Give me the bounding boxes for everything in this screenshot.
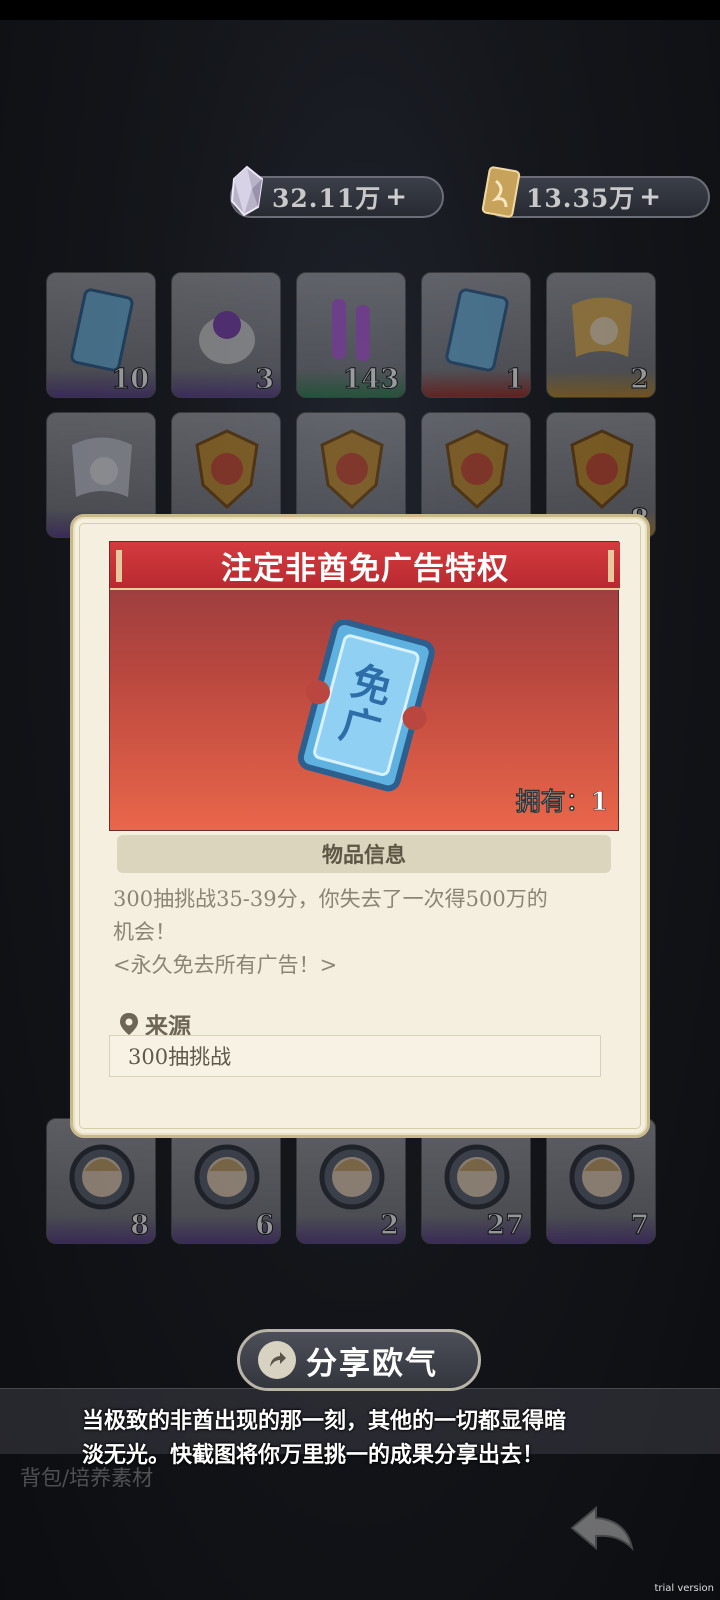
character-portrait-icon <box>444 1144 510 1210</box>
item-info-header: 物品信息 <box>117 835 611 873</box>
character-portrait-icon <box>319 1144 385 1210</box>
character-portrait-icon <box>194 1144 260 1210</box>
cracked-egg-orb-icon <box>199 311 255 364</box>
item-count: 8 <box>130 1210 150 1242</box>
share-caption: 当极致的非酋出现的那一刻，其他的一切都显得暗 淡无光。快截图将你万里挑一的成果分… <box>82 1404 642 1472</box>
back-arrow-icon[interactable] <box>566 1500 638 1556</box>
inventory-slot[interactable]: 143 <box>296 272 406 398</box>
item-title: 注定非酋免广告特权 <box>110 542 620 590</box>
add-diamond-button[interactable]: + <box>385 182 407 212</box>
item-count: 2 <box>380 1210 400 1242</box>
item-banner: 注定非酋免广告特权 免 广 拥有：1 <box>109 541 620 831</box>
character-portrait-icon <box>569 1144 635 1210</box>
item-detail-modal: 注定非酋免广告特权 免 广 拥有：1 物品信息 300抽挑战35-39分，你失去… <box>70 514 650 1138</box>
item-count: 2 <box>630 364 650 396</box>
ad-free-ticket-small-icon <box>70 288 134 372</box>
location-pin-icon <box>120 1013 138 1035</box>
shield-badge-icon <box>195 429 259 510</box>
golden-scroll-icon <box>572 297 632 357</box>
status-bar <box>0 0 720 20</box>
ad-free-ticket-icon <box>445 288 509 372</box>
item-count: 27 <box>486 1210 525 1242</box>
description-line: 300抽挑战35-39分，你失去了一次得500万的 <box>113 887 548 911</box>
shield-badge-icon <box>570 429 634 510</box>
item-description: 300抽挑战35-39分，你失去了一次得500万的 机会！ <永久免去所有广告！… <box>113 883 613 982</box>
item-count: 6 <box>255 1210 275 1242</box>
inventory-slot[interactable]: 3 <box>171 272 281 398</box>
diamond-currency[interactable]: 32.11万 + <box>230 165 444 218</box>
item-count: 7 <box>630 1210 650 1242</box>
item-count: 1 <box>505 364 525 396</box>
inventory-slot[interactable]: 10 <box>46 272 156 398</box>
trial-watermark: trial version <box>654 1583 714 1594</box>
description-line: <永久免去所有广告！> <box>113 953 338 977</box>
inventory-slot[interactable]: 1 <box>421 272 531 398</box>
potion-vials-icon <box>332 299 370 361</box>
inventory-slot[interactable]: 2 <box>546 272 656 398</box>
share-button[interactable]: 分享欧气 <box>237 1329 481 1391</box>
shield-badge-icon <box>320 429 384 510</box>
item-count: 3 <box>255 364 275 396</box>
character-portrait-icon <box>69 1144 135 1210</box>
silver-scroll-icon <box>72 437 132 497</box>
ticket-amount: 13.35万 <box>526 184 636 213</box>
share-caption-line: 当极致的非酋出现的那一刻，其他的一切都显得暗 <box>82 1408 567 1434</box>
diamond-amount: 32.11万 <box>272 184 382 213</box>
ticket-icon <box>481 166 521 218</box>
share-caption-line: 淡无光。快截图将你万里挑一的成果分享出去！ <box>82 1442 545 1468</box>
crystal-icon <box>230 165 264 217</box>
owned-count: 拥有：1 <box>515 787 608 817</box>
shield-badge-icon <box>445 429 509 510</box>
ad-free-ticket-icon: 免 广 <box>297 620 435 792</box>
ticket-currency[interactable]: 13.35万 + <box>481 166 710 218</box>
source-entry[interactable]: 300抽挑战 <box>109 1035 601 1077</box>
item-count: 143 <box>342 364 399 396</box>
add-ticket-button[interactable]: + <box>639 182 661 212</box>
description-line: 机会！ <box>113 920 176 944</box>
share-arrow-icon <box>258 1341 296 1379</box>
item-count: 10 <box>111 364 150 396</box>
share-button-label: 分享欧气 <box>306 1345 438 1382</box>
